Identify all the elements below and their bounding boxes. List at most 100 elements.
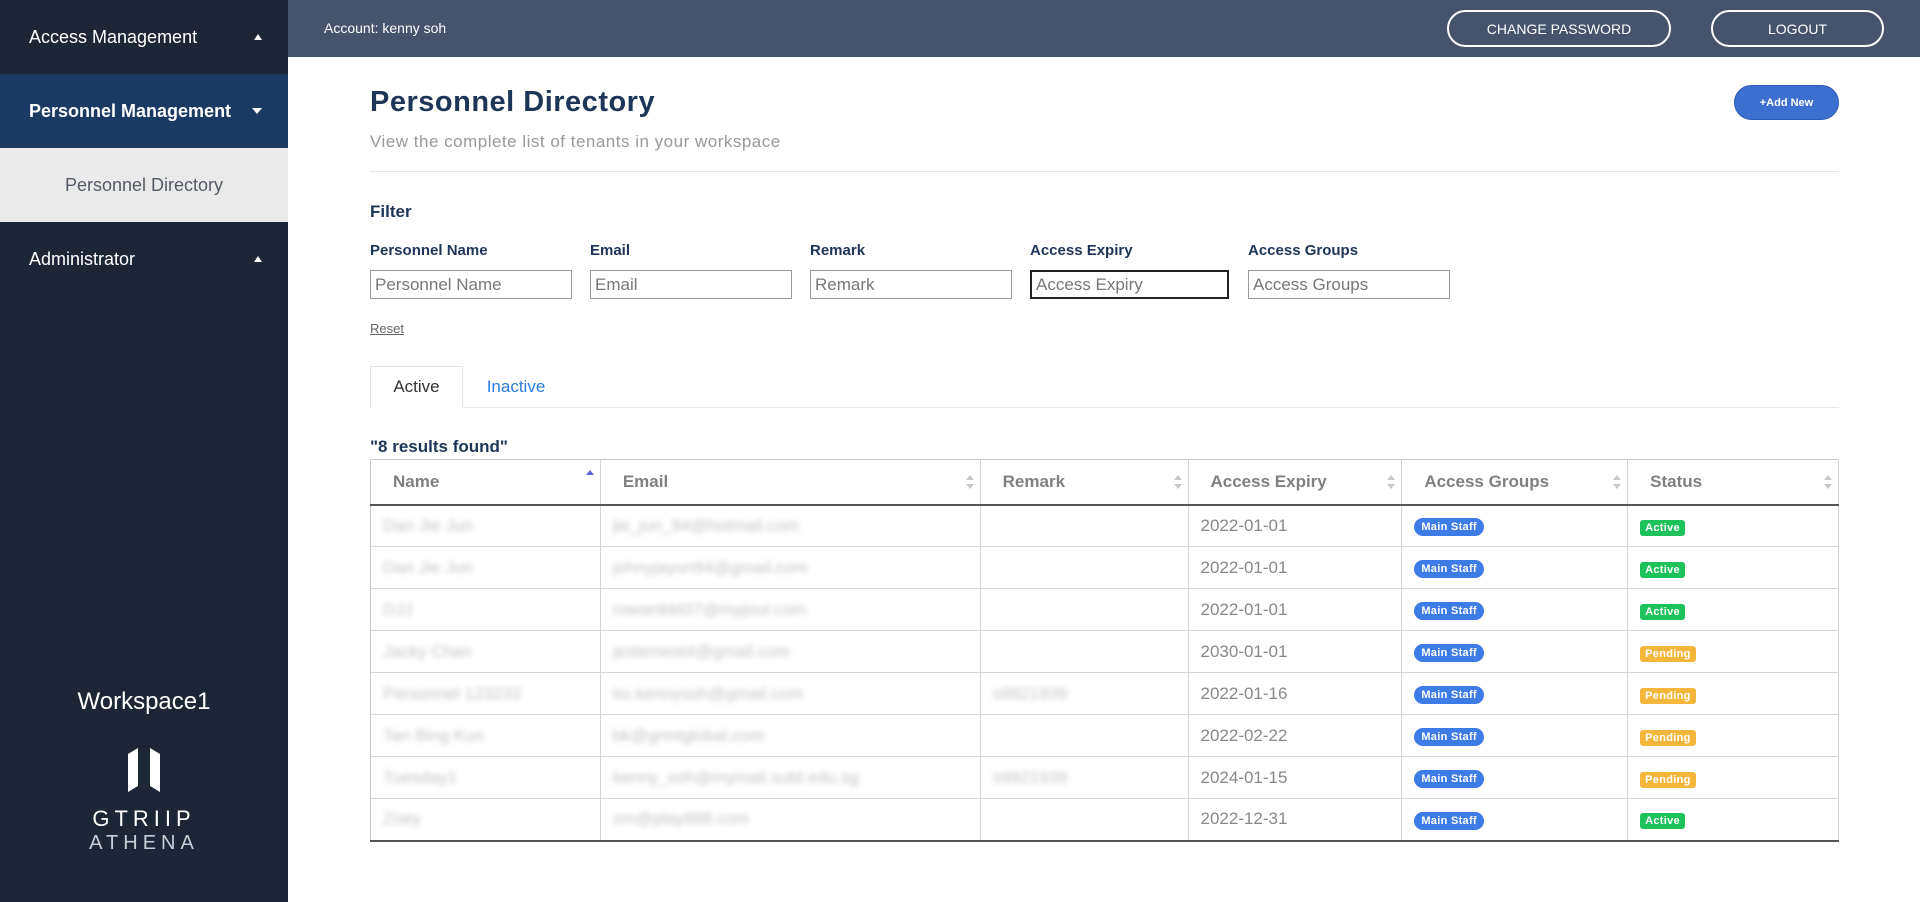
- cell-access-expiry: 2022-01-16: [1200, 683, 1288, 703]
- access-expiry-label: Access Expiry: [1030, 242, 1133, 259]
- filter-title: Filter: [370, 202, 412, 221]
- cell-remark: s9921939: [992, 683, 1068, 703]
- email-input[interactable]: [590, 270, 792, 299]
- status-badge: Active: [1640, 519, 1685, 536]
- access-group-badge: Main Staff: [1414, 686, 1484, 704]
- sidebar-item-label: Personnel Directory: [64, 174, 224, 195]
- access-group-badge: Main Staff: [1414, 811, 1484, 830]
- column-header-label: Email: [622, 471, 669, 491]
- sidebar-item-label: Administrator: [29, 248, 136, 269]
- table-header-row: Name Email Remark Access Expiry Access G…: [370, 459, 1839, 506]
- access-groups-input[interactable]: [1248, 270, 1450, 299]
- cell-name: DJJ: [383, 599, 413, 619]
- cell-access-expiry: 2022-01-01: [1200, 599, 1288, 619]
- remark-label: Remark: [810, 242, 866, 259]
- remark-input[interactable]: [810, 270, 1012, 299]
- cell-email: bk@grmtglobal.com: [612, 725, 765, 745]
- sidebar: Access Management Personnel Management P…: [0, 0, 288, 902]
- column-header-email[interactable]: Email: [600, 459, 981, 506]
- gtriip-logo-icon: [128, 748, 160, 792]
- cell-name: Jacky Chan: [383, 641, 472, 661]
- table-row[interactable]: Tan Bing Kun bk@grmtglobal.com 2022-02-2…: [370, 714, 1839, 757]
- cell-email: jestemest4@gmail.com: [612, 641, 790, 661]
- access-group-badge: Main Staff: [1414, 518, 1484, 537]
- table-row[interactable]: Tuesday1 kenny_soh@mymail.sutd.edu.sg s9…: [370, 756, 1839, 799]
- logout-button[interactable]: LOGOUT: [1711, 10, 1884, 47]
- cell-name: Dan Jie Jun: [383, 557, 473, 577]
- table-row[interactable]: Dan Jie Jun jie_jun_94@hotmail.com 2022-…: [370, 504, 1839, 547]
- status-badge: Pending: [1640, 729, 1696, 746]
- sort-icon[interactable]: [1173, 474, 1182, 489]
- sidebar-item-label: Access Management: [29, 26, 198, 47]
- sidebar-item-access-management[interactable]: Access Management: [0, 0, 288, 74]
- column-header-access-groups[interactable]: Access Groups: [1401, 459, 1629, 506]
- access-groups-label: Access Groups: [1248, 242, 1359, 259]
- personnel-name-label: Personnel Name: [370, 242, 488, 259]
- cell-name: Dan Jie Jun: [383, 515, 473, 535]
- status-badge: Pending: [1640, 771, 1696, 788]
- access-expiry-input[interactable]: [1030, 270, 1229, 299]
- account-label: Account: kenny soh: [324, 20, 447, 36]
- table-row[interactable]: Personnel 123233 ko.kennysoh@gmail.com s…: [370, 672, 1839, 715]
- sort-icon[interactable]: [1824, 474, 1832, 489]
- top-bar: Account: kenny soh CHANGE PASSWORD LOGOU…: [288, 0, 1920, 57]
- cell-access-expiry: 2022-01-01: [1200, 515, 1288, 535]
- column-header-status[interactable]: Status: [1627, 459, 1839, 506]
- caret-down-icon: [252, 108, 262, 114]
- workspace-name: Workspace1: [77, 688, 211, 715]
- table-row[interactable]: Zoey zm@play888.com 2022-12-31 Main Staf…: [370, 798, 1839, 842]
- change-password-button[interactable]: CHANGE PASSWORD: [1447, 10, 1671, 47]
- cell-name: Tuesday1: [383, 767, 458, 787]
- cell-email: rowarddd37@myjour.com: [612, 599, 807, 619]
- reset-link[interactable]: Reset: [370, 321, 404, 336]
- table-row[interactable]: Jacky Chan jestemest4@gmail.com 2030-01-…: [370, 630, 1839, 673]
- cell-email: ko.kennysoh@gmail.com: [612, 683, 803, 703]
- access-group-badge: Main Staff: [1414, 644, 1484, 662]
- personnel-table: Name Email Remark Access Expiry Access G…: [370, 459, 1839, 842]
- column-header-label: Access Groups: [1424, 471, 1550, 491]
- column-header-label: Access Expiry: [1210, 471, 1327, 491]
- sidebar-item-personnel-directory[interactable]: Personnel Directory: [0, 148, 288, 222]
- sidebar-item-label: Personnel Management: [29, 100, 232, 121]
- cell-email: jie_jun_94@hotmail.com: [612, 515, 800, 535]
- cell-access-expiry: 2030-01-01: [1200, 641, 1288, 661]
- column-header-label: Remark: [1002, 471, 1066, 491]
- logo-text-gtriip: GTRIIP: [92, 806, 196, 831]
- cell-email: kenny_soh@mymail.sutd.edu.sg: [612, 767, 859, 787]
- sidebar-item-personnel-management[interactable]: Personnel Management: [0, 74, 288, 148]
- table-row[interactable]: Dan Jie Jun johnyjayun94@gmail.com 2022-…: [370, 546, 1839, 589]
- cell-name: Zoey: [383, 809, 421, 829]
- sort-icon[interactable]: [965, 474, 974, 489]
- access-group-badge: Main Staff: [1414, 770, 1484, 788]
- access-group-badge: Main Staff: [1414, 560, 1484, 578]
- column-header-remark[interactable]: Remark: [980, 459, 1189, 506]
- column-header-name[interactable]: Name: [370, 459, 601, 506]
- table-row[interactable]: DJJ rowarddd37@myjour.com 2022-01-01 Mai…: [370, 588, 1839, 631]
- tabs-divider: [370, 407, 1839, 408]
- sort-ascending-icon[interactable]: [585, 470, 594, 484]
- cell-email: johnyjayun94@gmail.com: [612, 557, 808, 577]
- column-header-label: Name: [393, 471, 440, 491]
- sort-icon[interactable]: [1613, 474, 1622, 489]
- add-new-button[interactable]: +Add New: [1734, 85, 1839, 120]
- status-badge: Pending: [1640, 645, 1696, 662]
- results-count: "8 results found": [370, 437, 508, 456]
- access-group-badge: Main Staff: [1414, 728, 1484, 746]
- sidebar-item-administrator[interactable]: Administrator: [0, 222, 288, 296]
- column-header-access-expiry[interactable]: Access Expiry: [1188, 459, 1403, 506]
- page-subtitle: View the complete list of tenants in you…: [370, 132, 781, 151]
- cell-name: Tan Bing Kun: [383, 725, 485, 745]
- status-badge: Active: [1640, 813, 1685, 830]
- tab-active[interactable]: Active: [370, 366, 463, 408]
- cell-name: Personnel 123233: [383, 683, 522, 703]
- cell-remark: s9921939: [992, 767, 1068, 787]
- tab-inactive[interactable]: Inactive: [470, 366, 562, 408]
- cell-access-expiry: 2022-02-22: [1200, 725, 1288, 745]
- cell-access-expiry: 2022-01-01: [1200, 557, 1288, 577]
- personnel-name-input[interactable]: [370, 270, 572, 299]
- caret-up-icon: [254, 256, 262, 262]
- sort-icon[interactable]: [1387, 474, 1396, 489]
- email-label: Email: [590, 242, 631, 259]
- logo-text-athena: ATHENA: [89, 832, 199, 854]
- cell-access-expiry: 2024-01-15: [1200, 767, 1288, 787]
